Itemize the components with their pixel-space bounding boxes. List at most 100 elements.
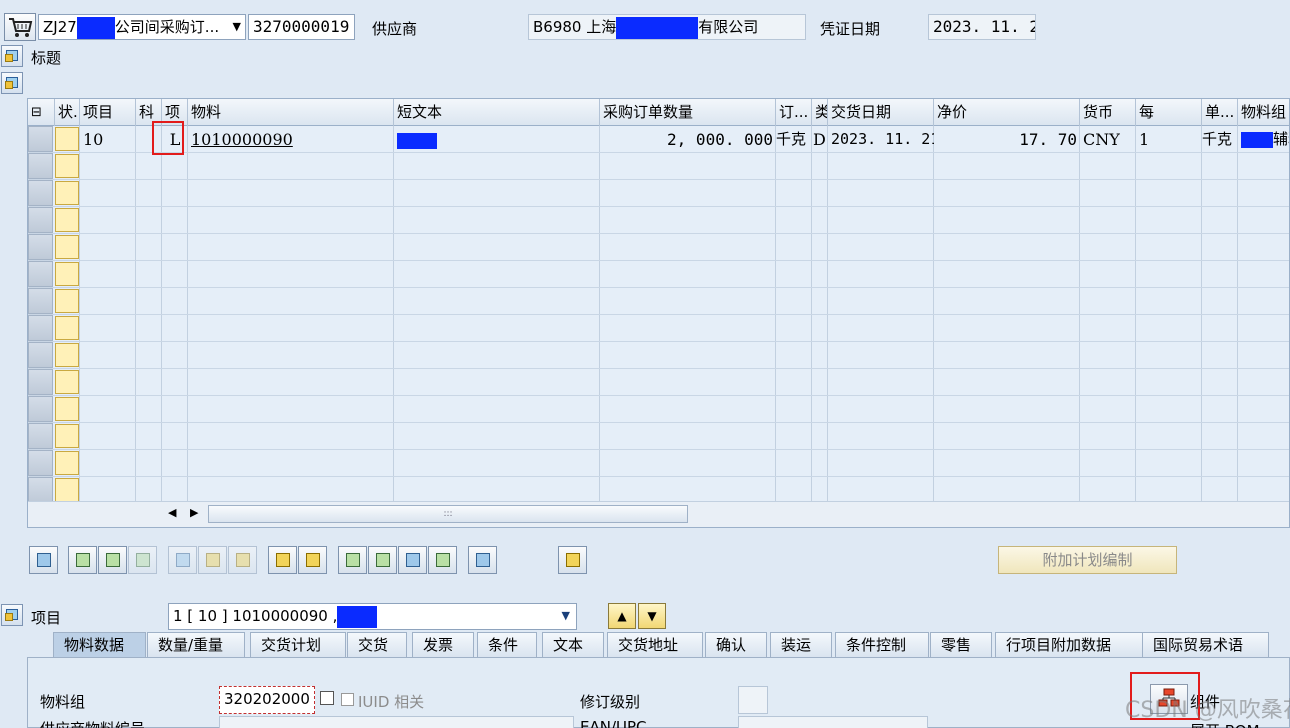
table-row[interactable]: [28, 396, 1289, 423]
row-selector[interactable]: [28, 342, 53, 368]
col-header-material-group[interactable]: 物料组: [1238, 99, 1289, 126]
unlock-icon[interactable]: [228, 546, 257, 574]
tab-quantity-weight[interactable]: 数量/重量: [147, 632, 245, 658]
col-header-date-type[interactable]: 类: [812, 99, 828, 126]
table-row[interactable]: [28, 423, 1289, 450]
scroll-left-icon[interactable]: ◀: [168, 506, 176, 519]
cell-currency[interactable]: CNY: [1080, 126, 1136, 153]
row-selector[interactable]: [28, 207, 53, 233]
expand-header-icon[interactable]: [1, 45, 23, 67]
cell-material[interactable]: 1010000090: [188, 126, 394, 153]
select-all-icon[interactable]: ⊟: [28, 99, 55, 126]
table-row[interactable]: [28, 180, 1289, 207]
cell-delivery-date[interactable]: 2023. 11. 21: [828, 126, 934, 153]
cell-date-type[interactable]: D: [812, 126, 828, 153]
table-row[interactable]: [28, 153, 1289, 180]
status-cell[interactable]: [55, 370, 79, 394]
row-selector[interactable]: [28, 450, 53, 476]
tab-delivery-address[interactable]: 交货地址: [607, 632, 703, 658]
tab-delivery-schedule[interactable]: 交货计划: [250, 632, 346, 658]
table-row[interactable]: [28, 288, 1289, 315]
add-row-icon[interactable]: [68, 546, 97, 574]
col-header-short-text[interactable]: 短文本: [394, 99, 600, 126]
expand-item-detail-icon[interactable]: [1, 604, 23, 626]
status-cell[interactable]: [55, 397, 79, 421]
tab-confirmations[interactable]: 确认: [705, 632, 767, 658]
status-cell[interactable]: [55, 262, 79, 286]
scroll-right-icon[interactable]: ▶: [190, 506, 198, 519]
filter-settings-icon[interactable]: [428, 546, 457, 574]
table-row[interactable]: [28, 342, 1289, 369]
cart-icon[interactable]: [4, 13, 36, 41]
tab-conditions[interactable]: 条件: [477, 632, 537, 658]
status-cell[interactable]: [55, 154, 79, 178]
cell-net-price[interactable]: 17. 70: [934, 126, 1080, 153]
row-selector[interactable]: [28, 315, 53, 341]
tab-material-data[interactable]: 物料数据: [53, 632, 146, 658]
status-cell[interactable]: [55, 181, 79, 205]
details-icon[interactable]: [29, 546, 58, 574]
vendor-material-field[interactable]: [219, 716, 574, 728]
sort-descending-icon[interactable]: [368, 546, 397, 574]
status-cell[interactable]: [55, 424, 79, 448]
row-selector[interactable]: [28, 423, 53, 449]
status-cell[interactable]: [55, 208, 79, 232]
cell-item[interactable]: 10: [80, 126, 136, 153]
material-group-field[interactable]: 320202000: [219, 686, 315, 714]
cell-price-unit[interactable]: 千克: [1202, 126, 1238, 153]
iuid-checkbox[interactable]: [341, 693, 354, 706]
insert-row-icon[interactable]: [98, 546, 127, 574]
paste-icon[interactable]: [298, 546, 327, 574]
next-item-button[interactable]: ▼: [638, 603, 666, 629]
config-icon[interactable]: [558, 546, 587, 574]
tab-shipping[interactable]: 装运: [770, 632, 832, 658]
tab-incoterms[interactable]: 国际贸易术语: [1142, 632, 1269, 658]
cell-order-unit[interactable]: 千克: [776, 126, 812, 153]
horizontal-scrollbar[interactable]: ◀ ▶ :::: [28, 501, 1289, 527]
row-selector[interactable]: [28, 180, 53, 206]
tab-delivery[interactable]: 交货: [347, 632, 407, 658]
cell-per[interactable]: 1: [1136, 126, 1202, 153]
po-type-dropdown[interactable]: ZJ27 公司间采购订... ▼: [38, 14, 246, 40]
cell-quantity[interactable]: 2, 000. 000: [600, 126, 776, 153]
table-row[interactable]: [28, 477, 1289, 504]
row-selector[interactable]: [28, 477, 53, 503]
col-header-currency[interactable]: 货币: [1080, 99, 1136, 126]
row-selector[interactable]: [28, 153, 53, 179]
table-row[interactable]: [28, 369, 1289, 396]
cell-material-group[interactable]: 辅料: [1238, 126, 1289, 153]
col-header-quantity[interactable]: 采购订单数量: [600, 99, 776, 126]
ean-field[interactable]: [738, 716, 928, 728]
row-selector[interactable]: [28, 234, 53, 260]
tab-text[interactable]: 文本: [542, 632, 604, 658]
col-header-status[interactable]: 状.: [55, 99, 80, 126]
table-row[interactable]: [28, 261, 1289, 288]
lock-icon[interactable]: [198, 546, 227, 574]
col-header-price-unit[interactable]: 单...: [1202, 99, 1238, 126]
col-header-per[interactable]: 每: [1136, 99, 1202, 126]
doc-date-field[interactable]: 2023. 11. 21: [928, 14, 1036, 40]
scroll-thumb[interactable]: :::: [208, 505, 688, 523]
status-cell[interactable]: [55, 127, 79, 151]
table-row[interactable]: [28, 450, 1289, 477]
chevron-down-icon[interactable]: ▼: [233, 15, 241, 39]
col-header-order-unit[interactable]: 订...: [776, 99, 812, 126]
revision-level-field[interactable]: [738, 686, 768, 714]
table-row[interactable]: 10 L 1010000090 2, 000. 000 千克 D 2023. 1…: [28, 126, 1289, 153]
status-cell[interactable]: [55, 316, 79, 340]
copy-row-icon[interactable]: [128, 546, 157, 574]
table-row[interactable]: [28, 234, 1289, 261]
col-header-material[interactable]: 物料: [188, 99, 394, 126]
copy-icon[interactable]: [320, 691, 334, 705]
additional-planning-button[interactable]: 附加计划编制: [998, 546, 1177, 574]
row-selector[interactable]: [28, 261, 53, 287]
col-header-item[interactable]: 项目: [80, 99, 136, 126]
status-cell[interactable]: [55, 478, 79, 502]
table-row[interactable]: [28, 207, 1289, 234]
filter-icon[interactable]: [398, 546, 427, 574]
row-selector[interactable]: [28, 288, 53, 314]
row-selector[interactable]: [28, 126, 53, 152]
status-cell[interactable]: [55, 343, 79, 367]
tab-customer-data[interactable]: 行项目附加数据: [995, 632, 1145, 658]
row-selector[interactable]: [28, 396, 53, 422]
